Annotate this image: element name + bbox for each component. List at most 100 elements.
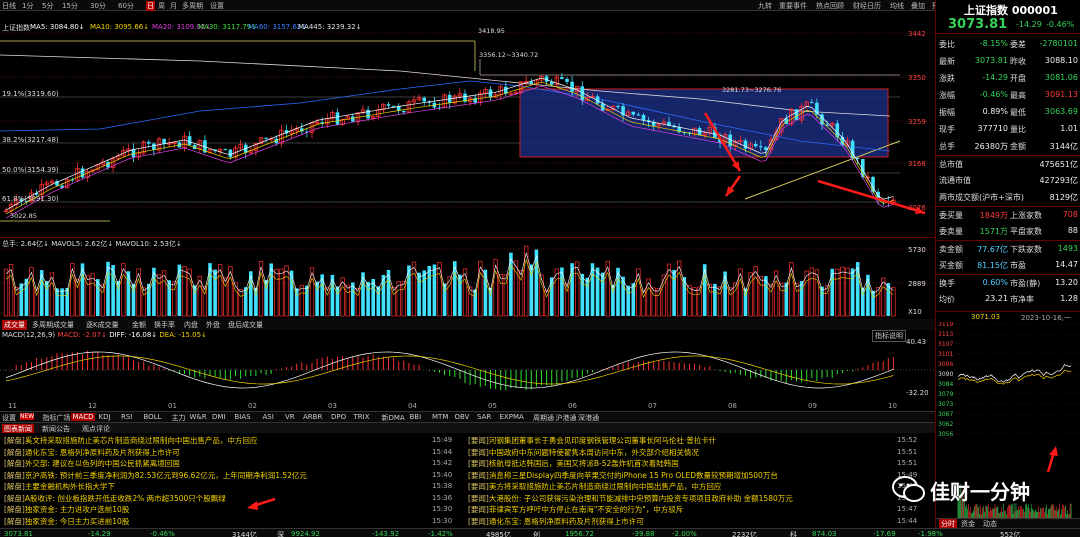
chart-tool-2[interactable]: 热点回顾: [816, 1, 844, 11]
period-tab-10[interactable]: 设置: [210, 1, 224, 11]
volume-tab-1[interactable]: 多周期成交量: [32, 320, 74, 330]
period-tab-5[interactable]: 60分: [118, 1, 134, 11]
indicator-21[interactable]: EXPMA: [500, 413, 524, 421]
news-headline[interactable]: 中国政府中东问题特使翟隽本周访问中东，外交部介绍相关情况: [489, 448, 699, 457]
indicator-10[interactable]: BIAS: [235, 413, 251, 421]
status-item: -39.88: [632, 530, 655, 537]
news-item[interactable]: [要闻]核航母抵达韩国后，美国又将派B-52轰炸机首次着陆韩国: [468, 458, 893, 468]
period-tab-6[interactable]: 日: [146, 1, 155, 11]
quote-row: 现手 377710 量比 1.01: [936, 121, 1080, 137]
indicator-18[interactable]: MTM: [432, 413, 448, 421]
macd-chart[interactable]: 40.43 -32.20 11 12 01 02 03 04 05 06 07 08 09 10 MACD…: [0, 330, 935, 410]
news-headline[interactable]: 通化东宝: 恩格列净原料药及片剂获得上市许可: [25, 448, 180, 457]
news-item[interactable]: [解盘]A股收评: 创业板指跌开低走收跌2% 两市超3500只个股飘绿: [4, 493, 428, 503]
quote-row: 均价 23.21 市净率 1.28: [936, 291, 1080, 307]
news-item[interactable]: [解盘]奚文持采取措施防止美芯片制造商绕过限制向中国出售产品，中方回应: [4, 435, 428, 445]
news-item[interactable]: [要闻]河钢集团董事长于勇会见印度钢铁管理公司董事长阿马伦社·普拉卡什: [468, 435, 893, 445]
volume-tab-3[interactable]: 金额: [132, 320, 146, 330]
news-item[interactable]: [要闻]消息称三星Display四季度向苹果交付的iPhone 15 Pro O…: [468, 470, 893, 480]
month-label: 10: [888, 402, 897, 410]
month-label: 01: [168, 402, 177, 410]
quote-label: 涨跌: [939, 74, 955, 83]
candle: [300, 122, 304, 135]
chart-tool-1[interactable]: 重要事件: [779, 1, 807, 11]
volume-bar: [651, 287, 656, 317]
chart-tool-3[interactable]: 财经日历: [853, 1, 881, 11]
news-headline[interactable]: 独家资金: 主力进攻户选前10股: [25, 505, 129, 514]
quote-row: 涨幅 -0.46% 最高 3091.13: [936, 87, 1080, 103]
volume-chart[interactable]: 5730 2889 X10 总手: 2.64亿↓ MAVOL5: 2.62亿↓ MA…: [0, 238, 935, 320]
quote-label: 委比: [939, 40, 955, 49]
news-item[interactable]: [要闻]通化东宝: 恩格列净原料药及片剂获得上市许可: [468, 516, 893, 526]
chart-tool-4[interactable]: 均线: [890, 1, 904, 11]
candle: [258, 137, 264, 145]
news-item[interactable]: [解盘]主要金融机构外长指大学下: [4, 481, 428, 491]
volume-tab-2[interactable]: 逐K成交量: [86, 320, 119, 330]
indicator-14[interactable]: DPO: [331, 413, 346, 421]
period-tab-0[interactable]: 日线: [2, 1, 16, 11]
period-tab-1[interactable]: 1分: [22, 1, 33, 11]
news-item[interactable]: [解盘]独家资金: 今日主力买进前10股: [4, 516, 428, 526]
news-time: 15:38: [432, 482, 453, 490]
volume-tab-0[interactable]: 成交量: [2, 320, 27, 330]
indicator-19[interactable]: OBV: [455, 413, 470, 421]
indicator-11[interactable]: ASI: [263, 413, 274, 421]
news-item[interactable]: [解盘]通化东宝: 恩格列净原料药及片剂获得上市许可: [4, 447, 428, 457]
quote-row: 买金额 81.15亿 市盈 14.47: [936, 257, 1080, 273]
news-item[interactable]: [要闻]大港股份: 子公司获得污染治理和节能减排中央预算内投资专项项目政府补助 …: [468, 493, 893, 503]
news-headline[interactable]: 大港股份: 子公司获得污染治理和节能减排中央预算内投资专项项目政府补助 金额15…: [489, 494, 793, 503]
indicator-20[interactable]: SAR: [477, 413, 491, 421]
indicator-12[interactable]: VR: [285, 413, 295, 421]
indicator-8[interactable]: W&R: [190, 413, 207, 421]
news-headline[interactable]: 菲律宾军方呼吁中方停止在南海"不安全的行为"，中方驳斥: [489, 505, 683, 514]
chart-tool-5[interactable]: 叠加: [911, 1, 925, 11]
news-headline[interactable]: 通化东宝: 恩格列净原料药及片剂获得上市许可: [489, 517, 644, 526]
period-tab-8[interactable]: 月: [170, 1, 177, 11]
news-item[interactable]: [解盘]独家资金: 主力进攻户选前10股: [4, 504, 428, 514]
news-headline[interactable]: 美方将采取措施防止美芯片制造商绕过限制向中国出售产品，中方回应: [489, 482, 722, 491]
news-item[interactable]: [要闻]中国政府中东问题特使翟隽本周访问中东，外交部介绍相关情况: [468, 447, 893, 457]
indicator-15[interactable]: TRIX: [354, 413, 370, 421]
period-tab-4[interactable]: 30分: [90, 1, 106, 11]
period-tab-3[interactable]: 15分: [62, 1, 78, 11]
status-item: 9924.92: [291, 530, 320, 537]
volume-tab-6[interactable]: 外盘: [206, 320, 220, 330]
indicator-3[interactable]: MACD: [70, 413, 96, 421]
quote-value: 1571万: [979, 227, 1008, 236]
indicator-13[interactable]: ARBR: [303, 413, 322, 421]
news-headline[interactable]: 主要金融机构外长指大学下: [25, 482, 115, 491]
news-headline[interactable]: 消息称三星Display四季度向苹果交付的iPhone 15 Pro OLED数…: [489, 471, 778, 480]
news-item[interactable]: [要闻]菲律宾军方呼吁中方停止在南海"不安全的行为"，中方驳斥: [468, 504, 893, 514]
quote-value: -0.46%: [979, 90, 1008, 99]
news-tag: [解盘]: [4, 436, 25, 445]
news-item[interactable]: [要闻]美方将采取措施防止美芯片制造商绕过限制向中国出售产品，中方回应: [468, 481, 893, 491]
news-headline[interactable]: A股收评: 创业板指跌开低走收跌2% 两市超3500只个股飘绿: [25, 494, 226, 503]
period-tab-9[interactable]: 多周期: [182, 1, 203, 11]
indicator-1[interactable]: NEW: [20, 413, 35, 420]
candlestick-chart[interactable]: 3442 3350 3259 3168 3076 19.1%(3319.60) 38.2%(…: [0, 11, 935, 238]
period-tab-2[interactable]: 5分: [42, 1, 53, 11]
news-headline[interactable]: 奚文持采取措施防止美芯片制造商绕过限制向中国出售产品，中方回应: [25, 436, 258, 445]
candle: [416, 94, 422, 102]
indicator-explain-button[interactable]: 指标说明: [872, 330, 906, 342]
indicator-17[interactable]: BBI: [410, 413, 422, 421]
news-headline[interactable]: 京沪高铁: 预计前三季度净利润为82.53亿元到96.62亿元，上年同期净利润1…: [25, 471, 307, 480]
indicator-5[interactable]: RSI: [121, 413, 132, 421]
volume-tab-7[interactable]: 盘后成交量: [228, 320, 263, 330]
indicator-4[interactable]: KDJ: [99, 413, 111, 421]
indicator-6[interactable]: BOLL: [144, 413, 162, 421]
news-item[interactable]: [解盘]京沪高铁: 预计前三季度净利润为82.53亿元到96.62亿元，上年同期…: [4, 470, 428, 480]
news-headline[interactable]: 河钢集团董事长于勇会见印度钢铁管理公司董事长阿马伦社·普拉卡什: [489, 436, 716, 445]
news-headline[interactable]: 外交部: 建议在以色列的中国公民抓紧离境回国: [25, 459, 180, 468]
period-tab-7[interactable]: 周: [158, 1, 165, 11]
volume-tab-5[interactable]: 内盘: [184, 320, 198, 330]
news-headline[interactable]: 核航母抵达韩国后，美国又将派B-52轰炸机首次着陆韩国: [489, 459, 679, 468]
indicator-9[interactable]: DMI: [212, 413, 226, 421]
volume-tab-4[interactable]: 换手率: [154, 320, 175, 330]
quote-label: 换手: [939, 279, 955, 288]
chart-tool-0[interactable]: 九转: [758, 1, 772, 11]
news-headline[interactable]: 独家资金: 今日主力买进前10股: [25, 517, 129, 526]
status-item: 3073.81: [4, 530, 33, 537]
volume-bar: [274, 268, 279, 317]
news-item[interactable]: [解盘]外交部: 建议在以色列的中国公民抓紧离境回国: [4, 458, 428, 468]
